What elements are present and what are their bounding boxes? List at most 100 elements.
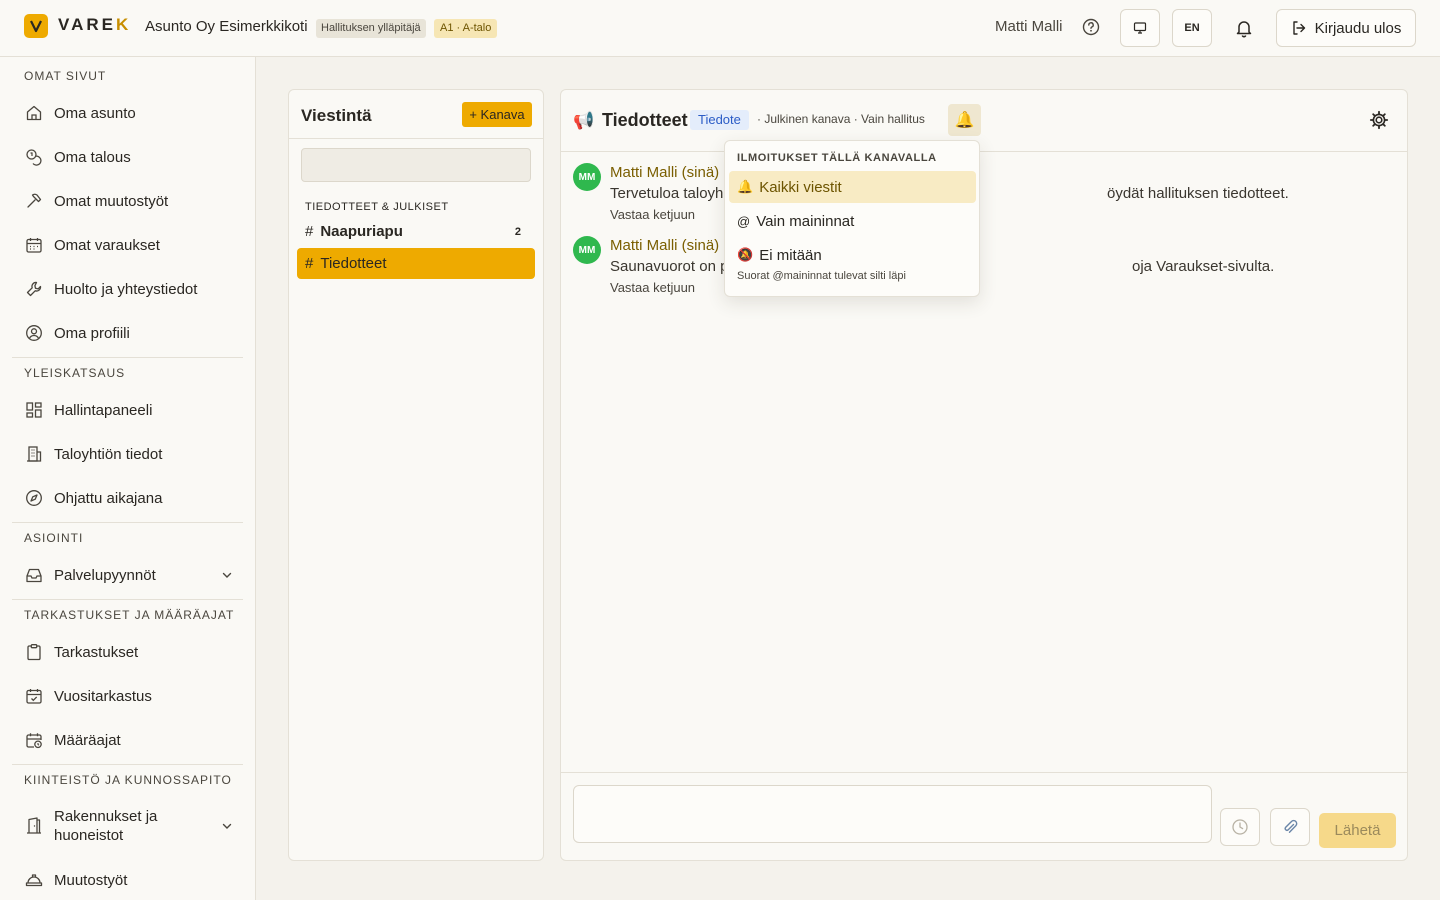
message-author[interactable]: Matti Malli (sinä)	[610, 164, 719, 181]
inbox-icon	[24, 565, 44, 585]
reply-thread-link[interactable]: Vastaa ketjuun	[610, 207, 695, 222]
schedule-button[interactable]	[1220, 808, 1260, 846]
app-header: VAREK Asunto Oy Esimerkkikoti Hallitukse…	[0, 0, 1440, 57]
sidebar-item-label: Omat varaukset	[54, 236, 160, 254]
sidebar-item-deadlines[interactable]: Määräajat	[12, 720, 243, 760]
option-nothing[interactable]: 🔕 Ei mitään	[729, 239, 976, 271]
channel-name: Tiedotteet	[320, 255, 387, 272]
logout-icon	[1292, 21, 1305, 35]
chevron-down-icon[interactable]	[221, 820, 233, 832]
megaphone-icon: 📢	[573, 111, 595, 130]
door-icon	[24, 816, 44, 836]
channel-group-title: TIEDOTTEET & JULKISET	[305, 201, 449, 213]
coins-icon	[24, 147, 44, 167]
channels-panel: Viestintä + Kanava TIEDOTTEET & JULKISET…	[288, 89, 544, 861]
attach-button[interactable]	[1270, 808, 1310, 846]
channel-meta: · Julkinen kanava · Vain hallitus	[757, 112, 925, 126]
message-author[interactable]: Matti Malli (sinä)	[610, 237, 719, 254]
section-divider	[12, 357, 243, 358]
bell-off-icon: 🔕	[737, 247, 754, 262]
sidebar-item-own-apartment[interactable]: Oma asunto	[12, 93, 243, 133]
notification-settings-menu: ILMOITUKSET TÄLLÄ KANAVALLA 🔔 Kaikki vie…	[724, 140, 980, 297]
wrench-icon	[24, 279, 44, 299]
sidebar-item-housing-info[interactable]: Taloyhtiön tiedot	[12, 434, 243, 474]
sidebar-item-service-requests[interactable]: Palvelupyynnöt	[12, 555, 243, 595]
sidebar-item-label: Hallintapaneeli	[54, 401, 153, 419]
sidebar-item-renovations[interactable]: Muutostyöt	[12, 860, 243, 900]
chat-panel: 📢 Tiedotteet Tiedote · Julkinen kanava ·…	[560, 89, 1408, 861]
sidebar-item-own-profile[interactable]: Oma profiili	[12, 313, 243, 353]
calendar-clock-icon	[24, 730, 44, 750]
sidebar-item-label: Huolto ja yhteystiedot	[54, 280, 198, 298]
channel-name: Naapuriapu	[320, 223, 403, 240]
hash-icon: #	[305, 223, 314, 240]
message-input[interactable]	[573, 785, 1212, 843]
sidebar: OMAT SIVUT Oma asunto Oma talous Omat mu…	[0, 57, 256, 900]
add-channel-button[interactable]: + Kanava	[462, 102, 532, 127]
channel-notifications-button[interactable]: 🔔	[948, 104, 981, 136]
avatar[interactable]: MM	[573, 236, 601, 264]
sidebar-item-label: Omat muutostyöt	[54, 192, 169, 210]
notifications-bell-icon[interactable]	[1232, 16, 1256, 40]
calendar-check-icon	[24, 686, 44, 706]
sidebar-item-own-finances[interactable]: Oma talous	[12, 137, 243, 177]
user-circle-icon	[24, 323, 44, 343]
hammer-icon	[24, 191, 44, 211]
role-badge: Hallituksen ylläpitäjä	[316, 19, 426, 38]
sidebar-item-label: Muutostyöt	[54, 871, 128, 889]
send-button[interactable]: Lähetä	[1319, 813, 1396, 848]
option-all-messages[interactable]: 🔔 Kaikki viestit	[729, 171, 976, 203]
channels-title: Viestintä	[301, 106, 372, 125]
option-mentions-only[interactable]: @ Vain maininnat	[729, 205, 976, 237]
sidebar-item-buildings-apartments[interactable]: Rakennukset ja huoneistot	[12, 801, 243, 851]
channel-search-input[interactable]	[301, 148, 531, 182]
logo-mark[interactable]	[24, 14, 48, 38]
sidebar-item-label: Taloyhtiön tiedot	[54, 445, 163, 463]
user-name[interactable]: Matti Malli	[995, 18, 1063, 35]
sidebar-item-annual-inspection[interactable]: Vuositarkastus	[12, 676, 243, 716]
channel-item-tiedotteet[interactable]: # Tiedotteet	[297, 248, 535, 279]
sidebar-item-label: Oma talous	[54, 148, 131, 166]
sidebar-item-own-renovations[interactable]: Omat muutostyöt	[12, 181, 243, 221]
option-label: Kaikki viestit	[759, 178, 842, 196]
help-icon[interactable]	[1080, 16, 1102, 38]
logout-button[interactable]: Kirjaudu ulos	[1276, 9, 1416, 47]
channel-item-naapuriapu[interactable]: # Naapuriapu 2	[297, 216, 535, 247]
chat-header: 📢 Tiedotteet Tiedote · Julkinen kanava ·…	[561, 90, 1407, 152]
at-icon: @	[737, 213, 751, 229]
logout-label: Kirjaudu ulos	[1314, 19, 1402, 37]
home-icon	[24, 103, 44, 123]
channel-type-tag: Tiedote	[690, 110, 749, 130]
gear-icon[interactable]	[1368, 109, 1390, 131]
sidebar-item-dashboard[interactable]: Hallintapaneeli	[12, 390, 243, 430]
section-title-property: KIINTEISTÖ JA KUNNOSSAPITO	[24, 773, 232, 787]
logo-text[interactable]: VAREK	[58, 15, 131, 35]
avatar[interactable]: MM	[573, 163, 601, 191]
unread-count-badge: 2	[514, 225, 521, 238]
option-label: Ei mitään	[759, 246, 822, 264]
organization-name: Asunto Oy Esimerkkikoti	[145, 18, 308, 35]
message-text-start: Tervetuloa taloyh	[610, 185, 724, 202]
chevron-down-icon[interactable]	[221, 569, 233, 581]
sidebar-item-own-reservations[interactable]: Omat varaukset	[12, 225, 243, 265]
message: MM Matti Malli (sinä) Tervetuloa taloyh …	[573, 163, 1393, 225]
clipboard-icon	[24, 642, 44, 662]
calendar-icon	[24, 235, 44, 255]
bell-icon: 🔔	[954, 112, 975, 129]
message-composer: Lähetä	[561, 772, 1407, 860]
section-title-own-pages: OMAT SIVUT	[24, 69, 107, 83]
sidebar-item-maintenance-contacts[interactable]: Huolto ja yhteystiedot	[12, 269, 243, 309]
sidebar-item-inspections[interactable]: Tarkastukset	[12, 632, 243, 672]
message-text-end: oja Varaukset-sivulta.	[1132, 258, 1275, 275]
menu-title: ILMOITUKSET TÄLLÄ KANAVALLA	[737, 152, 937, 164]
language-button[interactable]: EN	[1172, 9, 1212, 47]
monitor-button[interactable]	[1120, 9, 1160, 47]
reply-thread-link[interactable]: Vastaa ketjuun	[610, 280, 695, 295]
channels-divider	[289, 138, 543, 139]
bell-icon: 🔔	[737, 179, 754, 194]
hash-icon: #	[305, 255, 314, 272]
building-icon	[24, 444, 44, 464]
sidebar-item-guided-timeline[interactable]: Ohjattu aikajana	[12, 478, 243, 518]
sidebar-item-label: Rakennukset ja huoneistot	[54, 808, 158, 844]
option-label: Vain maininnat	[756, 212, 855, 230]
